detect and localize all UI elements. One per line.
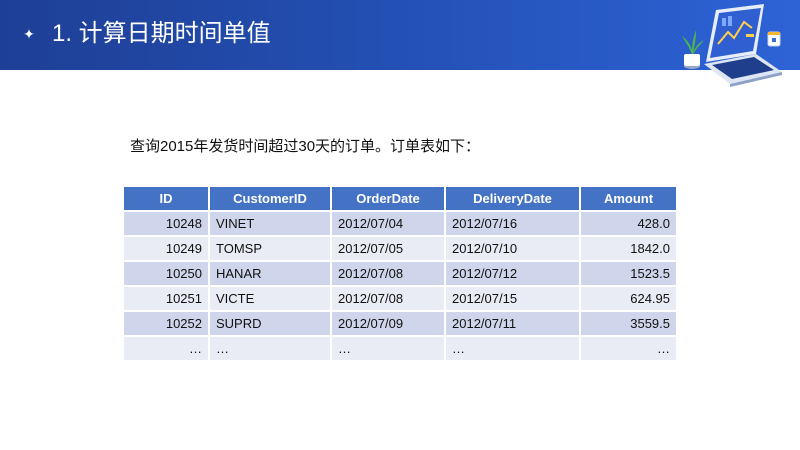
cell-amount: … <box>580 336 676 362</box>
cell-customer-id: TOMSP <box>209 236 332 262</box>
column-header-id: ID <box>124 187 210 212</box>
table-row: 10252 SUPRD 2012/07/09 2012/07/11 3559.5 <box>124 311 676 337</box>
cell-id: 10250 <box>124 261 210 287</box>
cell-order-date: 2012/07/08 <box>331 286 446 312</box>
cell-amount: 3559.5 <box>580 311 676 337</box>
cell-order-date: 2012/07/04 <box>331 211 446 237</box>
orders-table: ID CustomerID OrderDate DeliveryDate Amo… <box>124 187 676 362</box>
intro-text: 查询2015年发货时间超过30天的订单。订单表如下： <box>130 138 481 155</box>
table-row: 10249 TOMSP 2012/07/05 2012/07/10 1842.0 <box>124 236 676 262</box>
column-header-order-date: OrderDate <box>331 187 446 212</box>
table-row-ellipsis: … … … … … <box>124 336 676 362</box>
table-header-row: ID CustomerID OrderDate DeliveryDate Amo… <box>124 187 676 212</box>
page-title: 1. 计算日期时间单值 <box>52 20 271 47</box>
cell-delivery-date: 2012/07/11 <box>445 311 581 337</box>
cell-order-date: … <box>331 336 446 362</box>
cell-amount: 1523.5 <box>580 261 676 287</box>
cell-delivery-date: 2012/07/15 <box>445 286 581 312</box>
cell-order-date: 2012/07/09 <box>331 311 446 337</box>
cell-customer-id: VICTE <box>209 286 332 312</box>
cell-customer-id: … <box>209 336 332 362</box>
cell-id: … <box>124 336 210 362</box>
cell-amount: 428.0 <box>580 211 676 237</box>
table-row: 10251 VICTE 2012/07/08 2012/07/15 624.95 <box>124 286 676 312</box>
column-header-amount: Amount <box>580 187 676 212</box>
cell-delivery-date: 2012/07/12 <box>445 261 581 287</box>
cell-delivery-date: … <box>445 336 581 362</box>
cell-delivery-date: 2012/07/16 <box>445 211 581 237</box>
table-row: 10250 HANAR 2012/07/08 2012/07/12 1523.5 <box>124 261 676 287</box>
cell-customer-id: SUPRD <box>209 311 332 337</box>
laptop-chart-illustration <box>682 4 782 87</box>
table-row: 10248 VINET 2012/07/04 2012/07/16 428.0 <box>124 211 676 237</box>
column-header-delivery-date: DeliveryDate <box>445 187 581 212</box>
header-bar: ✦ 1. 计算日期时间单值 <box>0 0 800 87</box>
cell-id: 10252 <box>124 311 210 337</box>
cell-id: 10251 <box>124 286 210 312</box>
cell-id: 10249 <box>124 236 210 262</box>
cell-order-date: 2012/07/08 <box>331 261 446 287</box>
cell-amount: 624.95 <box>580 286 676 312</box>
sparkle-icon: ✦ <box>23 26 35 42</box>
cell-delivery-date: 2012/07/10 <box>445 236 581 262</box>
cell-customer-id: VINET <box>209 211 332 237</box>
cell-customer-id: HANAR <box>209 261 332 287</box>
cell-order-date: 2012/07/05 <box>331 236 446 262</box>
cell-amount: 1842.0 <box>580 236 676 262</box>
cell-id: 10248 <box>124 211 210 237</box>
column-header-customer-id: CustomerID <box>209 187 332 212</box>
